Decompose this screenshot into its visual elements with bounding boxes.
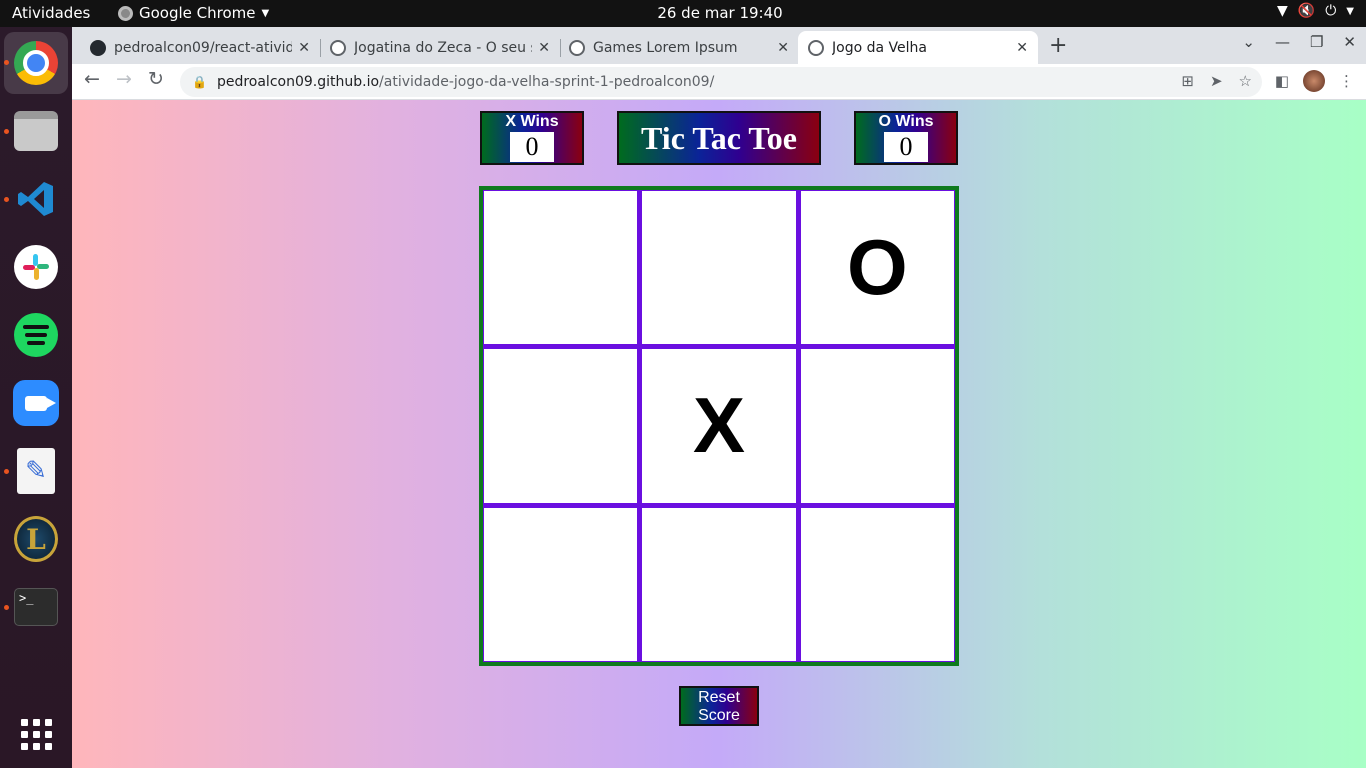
board-cell-6[interactable] (800, 349, 954, 503)
board-cell-3[interactable]: O (800, 191, 954, 345)
o-wins-panel: O Wins 0 (854, 111, 958, 165)
bookmark-star-icon[interactable]: ☆ (1239, 72, 1252, 90)
dock-files[interactable] (11, 106, 61, 156)
board-cell-9[interactable] (800, 507, 954, 661)
browser-toolbar: ← → ↻ 🔒 pedroalcon09.github.io/atividade… (72, 64, 1366, 100)
running-indicator (4, 197, 9, 202)
avatar[interactable] (1303, 70, 1325, 92)
dock: ✎ L >_ (0, 27, 72, 768)
close-icon[interactable]: ✕ (1016, 40, 1028, 56)
dock-text-editor[interactable]: ✎ (11, 446, 61, 496)
dock-terminal[interactable]: >_ (11, 582, 61, 632)
board-cell-7[interactable] (484, 507, 638, 661)
x-wins-panel: X Wins 0 (480, 111, 584, 165)
new-tab-button[interactable]: + (1049, 33, 1067, 58)
o-wins-count: 0 (884, 132, 928, 162)
minimize-icon[interactable]: — (1275, 33, 1290, 51)
running-indicator (4, 605, 9, 610)
tab-title: Jogatina do Zeca - O seu s (354, 39, 533, 56)
dock-league-of-legends[interactable]: L (11, 514, 61, 564)
board-cell-5[interactable]: X (642, 349, 796, 503)
o-wins-label: O Wins (878, 113, 934, 130)
dock-zoom[interactable] (11, 378, 61, 428)
clock[interactable]: 26 de mar 19:40 (0, 4, 1366, 22)
window-controls: ⌄ — ❐ ✕ (1242, 33, 1356, 51)
tab-title: pedroalcon09/react-ativid (114, 39, 293, 56)
page-title: Tic Tac Toe (617, 111, 821, 165)
back-icon[interactable]: ← (84, 68, 100, 90)
url-path: /atividade-jogo-da-velha-sprint-1-pedroa… (379, 74, 715, 90)
running-indicator (4, 129, 9, 134)
reload-icon[interactable]: ↻ (148, 68, 164, 90)
board-cell-4[interactable] (484, 349, 638, 503)
menu-kebab-icon[interactable]: ⋮ (1339, 72, 1354, 90)
app-grid-icon (20, 718, 52, 750)
power-icon: ⏻ (1325, 3, 1337, 19)
x-wins-label: X Wins (505, 113, 559, 130)
reset-score-button[interactable]: Reset Score (679, 686, 759, 726)
running-indicator (4, 60, 9, 65)
system-top-bar: Atividades Google Chrome ▼ 26 de mar 19:… (0, 0, 1366, 27)
wifi-icon: ▼ (1277, 3, 1288, 19)
close-icon[interactable]: ✕ (777, 40, 789, 56)
game-board: O X (479, 186, 959, 666)
globe-icon (330, 39, 346, 56)
tab-title: Jogo da Velha (832, 39, 927, 56)
league-of-legends-icon: L (14, 516, 58, 562)
vscode-icon (14, 177, 58, 221)
browser-window: pedroalcon09/react-ativid ✕ Jogatina do … (72, 27, 1366, 768)
globe-icon (808, 39, 824, 56)
tab-search-icon[interactable]: ⌄ (1242, 33, 1255, 51)
omnibox-actions: ⊞ ➤ ☆ (1181, 72, 1252, 90)
send-icon[interactable]: ➤ (1210, 72, 1223, 90)
globe-icon (569, 39, 585, 56)
lock-icon[interactable]: 🔒 (192, 75, 207, 89)
dock-slack[interactable] (11, 242, 61, 292)
system-tray[interactable]: ▼ 🔇 ⏻ ▼ (1277, 3, 1354, 19)
close-icon[interactable]: ✕ (298, 40, 310, 56)
close-icon[interactable]: ✕ (538, 40, 550, 56)
dock-vscode[interactable] (11, 174, 61, 224)
tab-games-lorem[interactable]: Games Lorem Ipsum ✕ (559, 31, 799, 64)
board-cell-2[interactable] (642, 191, 796, 345)
tab-jogo-da-velha[interactable]: Jogo da Velha ✕ (798, 31, 1038, 64)
tab-title: Games Lorem Ipsum (593, 39, 738, 56)
chrome-icon (14, 41, 58, 85)
board-cell-1[interactable] (484, 191, 638, 345)
tab-jogatina[interactable]: Jogatina do Zeca - O seu s ✕ (320, 31, 560, 64)
tab-github[interactable]: pedroalcon09/react-ativid ✕ (80, 31, 320, 64)
running-indicator (4, 469, 9, 474)
tab-strip: pedroalcon09/react-ativid ✕ Jogatina do … (72, 27, 1366, 64)
x-wins-count: 0 (510, 132, 554, 162)
volume-icon: 🔇 (1297, 3, 1316, 19)
close-window-icon[interactable]: ✕ (1343, 33, 1356, 51)
dock-show-apps[interactable] (11, 709, 61, 759)
spotify-icon (14, 313, 58, 357)
slack-icon (14, 245, 58, 289)
zoom-icon (13, 380, 59, 426)
text-editor-icon: ✎ (17, 448, 55, 494)
files-icon (14, 111, 58, 151)
toolbar-actions: ◧ ⋮ (1275, 70, 1354, 92)
maximize-icon[interactable]: ❐ (1310, 33, 1323, 51)
terminal-icon: >_ (14, 588, 58, 626)
board-cell-8[interactable] (642, 507, 796, 661)
side-panel-icon[interactable]: ◧ (1275, 72, 1289, 90)
translate-icon[interactable]: ⊞ (1181, 72, 1194, 90)
forward-icon[interactable]: → (116, 68, 132, 90)
dock-spotify[interactable] (11, 310, 61, 360)
address-bar[interactable]: 🔒 pedroalcon09.github.io/atividade-jogo-… (180, 67, 1262, 97)
page-viewport: X Wins 0 Tic Tac Toe O Wins 0 O X Reset … (72, 100, 1366, 768)
dock-chrome[interactable] (4, 32, 68, 94)
url-host: pedroalcon09.github.io (216, 74, 380, 90)
github-icon (90, 39, 106, 56)
chevron-down-icon: ▼ (1346, 5, 1354, 17)
